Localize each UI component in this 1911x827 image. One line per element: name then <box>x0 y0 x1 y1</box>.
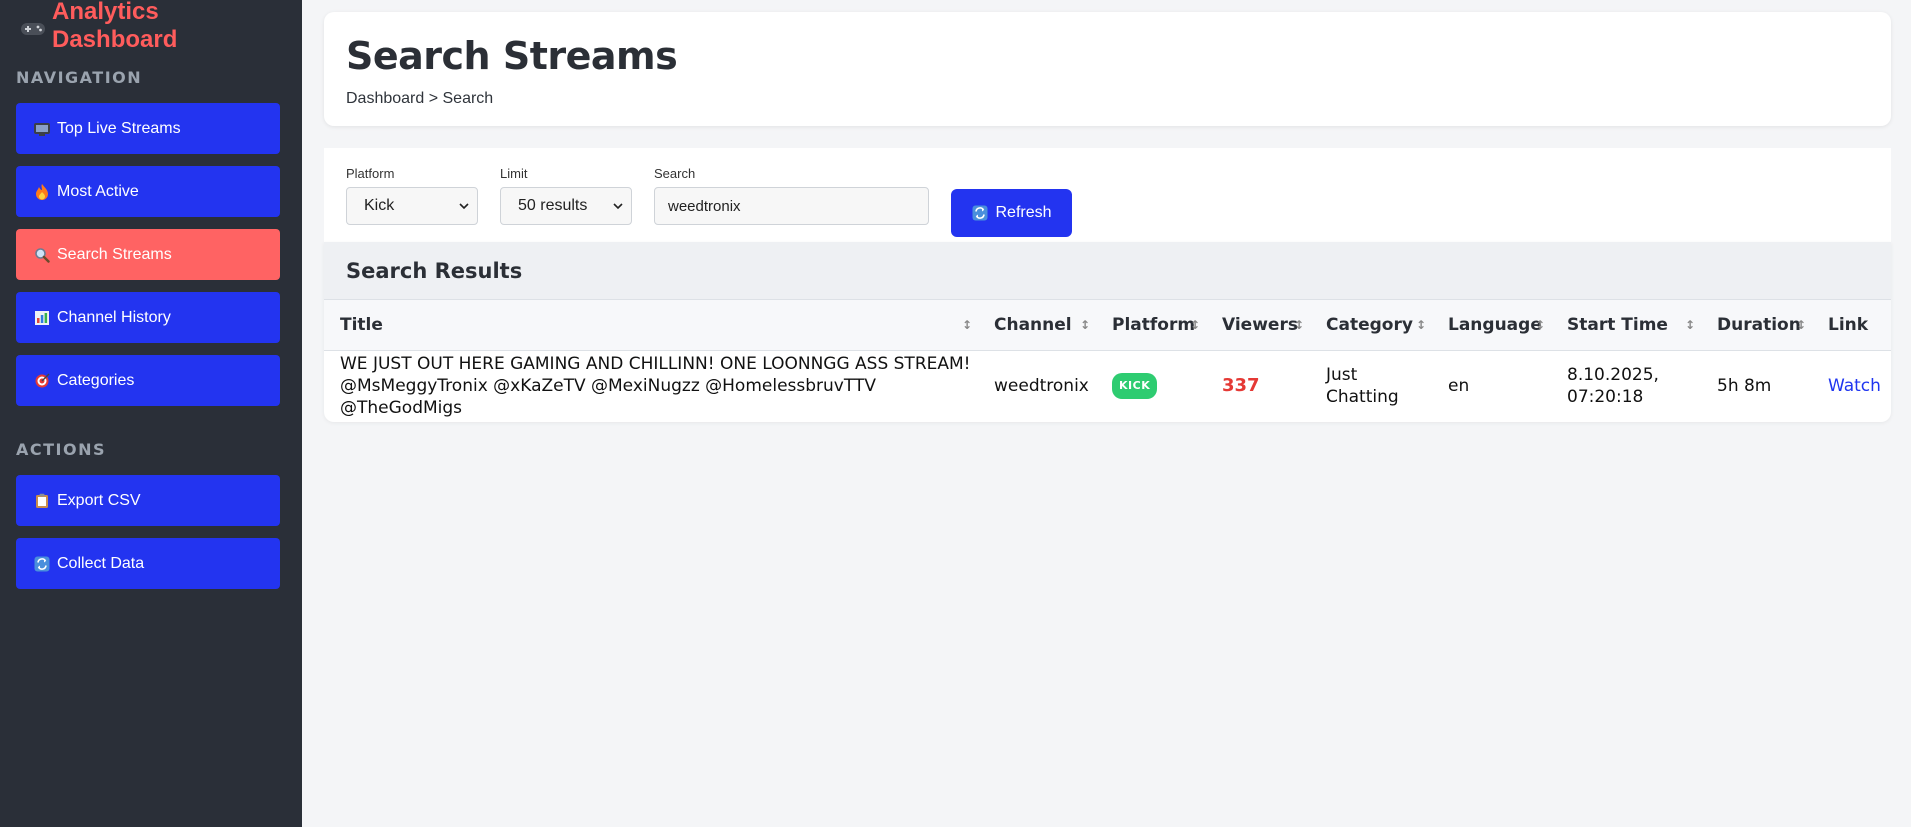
viewers-count: 337 <box>1222 375 1260 397</box>
nav-channel-history[interactable]: Channel History <box>16 292 280 343</box>
sort-icon: ↕ <box>1079 317 1090 332</box>
chevron-down-icon <box>459 197 469 215</box>
column-header-duration[interactable]: Duration ↕ <box>1701 300 1812 350</box>
results-table: Title ↕ Channel ↕ Platform ↕ Viewers ↕ Categ… <box>324 300 1891 422</box>
search-label: Search <box>654 166 696 181</box>
sort-icon: ↕ <box>1415 317 1426 332</box>
refresh-label: Refresh <box>995 204 1052 221</box>
search-field: Search weedtronix <box>654 166 929 225</box>
page-header: Search Streams Dashboard > Search <box>324 12 1891 126</box>
nav-label: Categories <box>57 371 135 389</box>
nav-label: Channel History <box>57 308 171 326</box>
cell-duration: 5h 8m <box>1717 376 1772 397</box>
platform-select-value: Kick <box>364 197 395 214</box>
cell-category: Just Chatting <box>1326 365 1399 408</box>
chevron-down-icon <box>613 197 623 215</box>
column-header-start-time[interactable]: Start Time ↕ <box>1551 300 1701 350</box>
bar-chart-icon <box>33 309 51 327</box>
search-input[interactable]: weedtronix <box>654 187 929 225</box>
nav-top-live-streams[interactable]: Top Live Streams <box>16 103 280 154</box>
cell-link: Watch <box>1812 350 1891 422</box>
platform-badge: KICK <box>1112 373 1158 400</box>
column-header-link: Link <box>1828 314 1869 335</box>
sort-icon: ↕ <box>1534 317 1545 332</box>
navigation-section-title: NAVIGATION <box>16 68 143 87</box>
nav-search-streams[interactable]: Search Streams <box>16 229 280 280</box>
brand-title: Analytics Dashboard <box>52 0 178 53</box>
platform-field: Platform Kick <box>346 166 478 225</box>
column-header-title[interactable]: Title ↕ <box>324 300 978 350</box>
cell-viewers: 337 <box>1206 350 1310 422</box>
nav-most-active[interactable]: Most Active <box>16 166 280 217</box>
column-header-platform[interactable]: Platform ↕ <box>1096 300 1206 350</box>
results-title: Search Results <box>324 242 1891 300</box>
magnifier-icon <box>33 246 51 264</box>
page-title: Search Streams <box>346 34 678 78</box>
sort-icon: ↕ <box>1684 317 1695 332</box>
watch-link[interactable]: Watch <box>1828 376 1881 396</box>
table-row: WE JUST OUT HERE GAMING AND CHILLINN! ON… <box>324 350 1891 422</box>
cell-channel: weedtronix <box>994 376 1089 397</box>
cell-language: en <box>1448 376 1470 397</box>
nav-label: Top Live Streams <box>57 119 181 137</box>
tv-icon <box>33 120 51 138</box>
main-content: Search Streams Dashboard > Search Platfo… <box>324 12 1891 422</box>
refresh-button[interactable]: Refresh <box>951 189 1072 237</box>
sort-icon: ↕ <box>961 317 972 332</box>
nav-label: Most Active <box>57 182 139 200</box>
column-header-channel[interactable]: Channel ↕ <box>978 300 1096 350</box>
brand: Analytics Dashboard <box>20 0 286 53</box>
limit-field: Limit 50 results <box>500 166 632 225</box>
sort-icon: ↕ <box>1293 317 1304 332</box>
target-icon <box>33 372 51 390</box>
cell-title: WE JUST OUT HERE GAMING AND CHILLINN! ON… <box>340 354 971 419</box>
sort-icon: ↕ <box>1795 317 1806 332</box>
refresh-icon <box>33 555 51 573</box>
filter-controls: Platform Kick Limit 50 results Search we… <box>324 148 1891 242</box>
actions-section-title: ACTIONS <box>16 440 107 459</box>
export-csv-button[interactable]: Export CSV <box>16 475 280 526</box>
platform-label: Platform <box>346 166 395 181</box>
nav-categories[interactable]: Categories <box>16 355 280 406</box>
refresh-icon <box>971 204 989 222</box>
column-header-language[interactable]: Language ↕ <box>1432 300 1551 350</box>
platform-select[interactable]: Kick <box>346 187 478 225</box>
limit-select[interactable]: 50 results <box>500 187 632 225</box>
search-input-value: weedtronix <box>668 197 741 215</box>
search-results: Search Results Title ↕ Channel ↕ Platform ↕… <box>324 242 1891 422</box>
action-label: Export CSV <box>57 491 141 509</box>
fire-icon <box>33 183 51 201</box>
limit-select-value: 50 results <box>518 197 588 214</box>
column-header-category[interactable]: Category ↕ <box>1310 300 1432 350</box>
collect-data-button[interactable]: Collect Data <box>16 538 280 589</box>
gamepad-icon <box>20 17 46 35</box>
limit-label: Limit <box>500 166 528 181</box>
table-header-row: Title ↕ Channel ↕ Platform ↕ Viewers ↕ Categ… <box>324 300 1891 350</box>
column-header-viewers[interactable]: Viewers ↕ <box>1206 300 1310 350</box>
cell-platform: KICK <box>1096 350 1206 422</box>
sort-icon: ↕ <box>1189 317 1200 332</box>
sidebar: Analytics Dashboard NAVIGATION Top Live … <box>0 0 302 827</box>
breadcrumb: Dashboard > Search <box>346 90 494 107</box>
clipboard-icon <box>33 492 51 510</box>
cell-start-time: 8.10.2025, 07:20:18 <box>1567 365 1659 408</box>
action-label: Collect Data <box>57 554 145 572</box>
nav-label: Search Streams <box>57 245 172 263</box>
